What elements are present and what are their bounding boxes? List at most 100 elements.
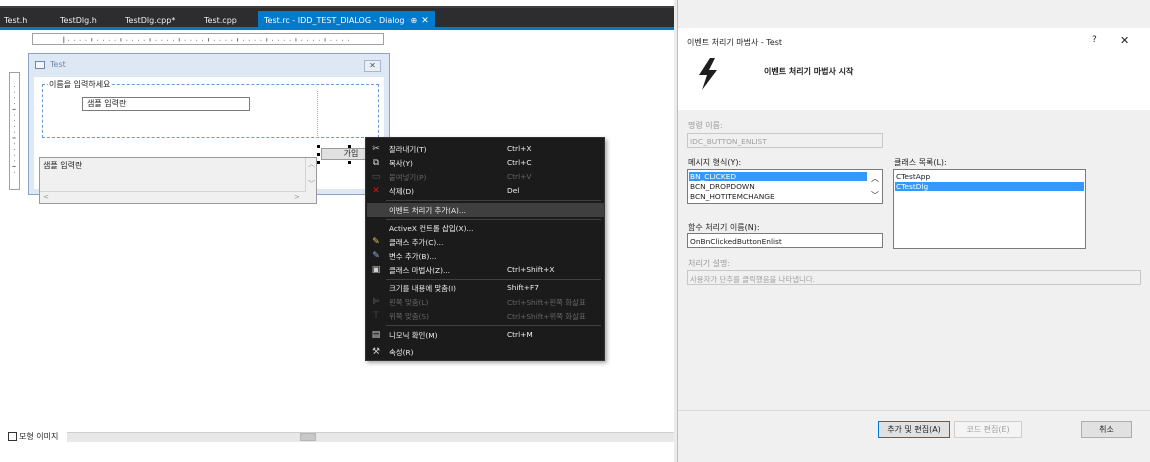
help-icon[interactable]: ? — [1092, 35, 1097, 45]
add-and-edit-button[interactable]: 추가 및 편집(A) — [878, 421, 950, 438]
horizontal-ruler — [32, 33, 384, 45]
list-item[interactable]: BCN_DROPDOWN — [689, 182, 755, 191]
handler-name-field[interactable]: OnBnClickedButtonEnlist — [687, 233, 883, 248]
handler-name-label: 함수 처리기 이름(N): — [688, 223, 760, 232]
event-handler-wizard-dialog: 이벤트 처리기 마법사 - Test ? ✕ 이벤트 처리기 마법사 시작 명령… — [677, 0, 1150, 462]
list-box-control[interactable]: 샘플 입력란 ︿ ﹀ < > — [39, 157, 317, 204]
menu-item-align-left[interactable]: ⊫ 왼쪽 맞춤(L) Ctrl+Shift+왼쪽 화살표 — [367, 295, 604, 309]
mnemonic-icon: ▤ — [371, 330, 381, 340]
wizard-window-title: 이벤트 처리기 마법사 - Test — [687, 38, 783, 47]
cancel-button[interactable]: 취소 — [1081, 421, 1132, 438]
menu-item-class-wizard[interactable]: ▣ 클래스 마법사(Z)... Ctrl+Shift+X — [367, 263, 604, 277]
menu-item-add-variable[interactable]: ✎ 변수 추가(B)... — [367, 249, 604, 263]
resize-handle[interactable] — [348, 145, 351, 148]
list-item[interactable]: BCN_HOTITEMCHANGE — [689, 192, 775, 201]
ruler-tick — [213, 39, 215, 41]
ruler-tick — [143, 39, 145, 41]
pin-icon[interactable]: ⊕ — [410, 16, 417, 25]
menu-item-label: 잘라내기(T) — [389, 145, 427, 154]
menu-item-label: 니모닉 확인(M) — [389, 331, 438, 340]
resize-handle[interactable] — [317, 161, 320, 164]
resize-handle[interactable] — [348, 161, 351, 164]
name-edit-control[interactable]: 샘플 입력란 — [82, 97, 250, 111]
class-list[interactable]: CTestApp CTestDlg — [893, 169, 1086, 249]
list-item[interactable]: CTestApp — [895, 172, 930, 181]
align-top-icon: ⊤ — [372, 311, 380, 321]
ruler-tick — [12, 137, 16, 139]
message-type-list[interactable]: BN_CLICKED BCN_DROPDOWN BCN_HOTITEMCHANG… — [687, 169, 883, 204]
menu-item-properties[interactable]: ⚒ 속성(R) — [367, 345, 604, 359]
menu-item-label: 삭제(D) — [389, 187, 415, 196]
menu-separator — [386, 219, 601, 220]
scroll-up-icon[interactable]: ︿ — [308, 159, 315, 169]
menu-item-shortcut: Ctrl+X — [507, 144, 532, 153]
close-icon[interactable]: ✕ — [421, 16, 429, 26]
menu-item-label: 변수 추가(B)... — [389, 252, 437, 261]
ruler-tick — [295, 38, 297, 42]
vertical-ruler — [9, 72, 20, 190]
ruler-tick — [73, 39, 75, 41]
mockup-image-scrollbar[interactable] — [67, 432, 674, 442]
menu-item-paste[interactable]: ▭ 붙여넣기(P) Ctrl+V — [367, 170, 604, 184]
ruler-tick — [260, 39, 262, 41]
ruler-tick — [14, 160, 15, 162]
resource-editor: Test.h TestDlg.h TestDlg.cpp* Test.cpp T… — [0, 0, 674, 462]
resize-handle[interactable] — [317, 145, 320, 148]
handler-description-field: 사용자가 단추를 클릭했음을 나타냅니다. — [687, 270, 1141, 285]
group-divider — [317, 91, 318, 138]
menu-item-align-top[interactable]: ⊤ 위쪽 맞춤(S) Ctrl+Shift+위쪽 화살표 — [367, 309, 604, 323]
ruler-tick — [254, 39, 256, 41]
scroll-down-icon[interactable]: ﹀ — [308, 179, 315, 189]
menu-item-copy[interactable]: ⧉ 복사(Y) Ctrl+C — [367, 156, 604, 170]
ruler-tick — [342, 39, 343, 41]
menu-item-cut[interactable]: ✂ 잘라내기(T) Ctrl+X — [367, 142, 604, 156]
close-icon[interactable]: ✕ — [364, 60, 381, 72]
horizontal-scrollbar[interactable]: < > — [40, 191, 306, 203]
ruler-tick — [68, 39, 69, 41]
vertical-scrollbar[interactable]: ︿ ﹀ — [305, 158, 316, 191]
scroll-down-icon[interactable]: ﹀ — [871, 190, 879, 201]
menu-item-shortcut: Del — [507, 186, 520, 195]
resize-handle[interactable] — [317, 153, 320, 156]
list-box-label: 샘플 입력란 — [43, 161, 83, 170]
close-icon[interactable]: ✕ — [1120, 34, 1129, 47]
list-item[interactable]: BN_CLICKED — [689, 172, 867, 181]
ruler-tick — [196, 39, 198, 41]
ruler-tick — [14, 131, 15, 133]
lightning-bolt-icon — [699, 58, 717, 90]
mockup-image-checkbox[interactable] — [8, 432, 17, 441]
ruler-tick — [14, 91, 15, 93]
ruler-tick — [149, 38, 151, 42]
menu-item-shortcut: Ctrl+Shift+왼쪽 화살표 — [507, 298, 586, 307]
menu-item-insert-activex[interactable]: ActiveX 컨트롤 삽입(X)... — [367, 221, 604, 235]
scroll-right-icon[interactable]: > — [294, 193, 300, 201]
ruler-tick — [85, 39, 87, 41]
edit-code-button[interactable]: 코드 편집(E) — [954, 421, 1022, 438]
ruler-tick — [14, 120, 15, 122]
scrollbar-thumb[interactable] — [300, 433, 316, 441]
scroll-up-icon[interactable]: ︿ — [871, 173, 879, 184]
menu-item-label: 클래스 마법사(Z)... — [389, 266, 451, 275]
menu-item-label: 크기를 내용에 맞춤(I) — [389, 284, 457, 293]
ruler-tick — [132, 39, 133, 41]
scroll-left-icon[interactable]: < — [43, 193, 49, 201]
menu-item-add-class[interactable]: ✎ 클래스 추가(C)... — [367, 235, 604, 249]
menu-item-check-mnemonics[interactable]: ▤ 니모닉 확인(M) Ctrl+M — [367, 328, 604, 342]
mockup-image-label: 모형 이미지 — [19, 432, 59, 441]
document-tab-bar: Test.h TestDlg.h TestDlg.cpp* Test.cpp T… — [0, 6, 674, 30]
ruler-tick — [225, 39, 227, 41]
dialog-preview[interactable]: Test ✕ 이름을 입력하세요 샘플 입력란 가입 샘플 입력란 ︿ ﹀ < … — [28, 53, 390, 204]
ruler-tick — [14, 103, 15, 104]
dialog-client-area[interactable]: 이름을 입력하세요 샘플 입력란 가입 샘플 입력란 ︿ ﹀ < > — [34, 77, 384, 204]
ruler-tick — [108, 39, 110, 41]
menu-item-add-event-handler[interactable]: 이벤트 처리기 추가(A)... — [367, 203, 604, 217]
menu-item-size-to-content[interactable]: 크기를 내용에 맞춤(I) Shift+F7 — [367, 281, 604, 295]
ruler-tick — [14, 143, 15, 145]
menu-item-delete[interactable]: ✕ 삭제(D) Del — [367, 184, 604, 198]
list-item[interactable]: CTestDlg — [895, 182, 1084, 191]
group-box[interactable]: 이름을 입력하세요 — [42, 79, 379, 138]
ruler-tick — [348, 39, 349, 41]
ruler-tick — [14, 171, 15, 173]
ruler-tick — [79, 39, 81, 41]
ruler-tick — [161, 39, 163, 41]
